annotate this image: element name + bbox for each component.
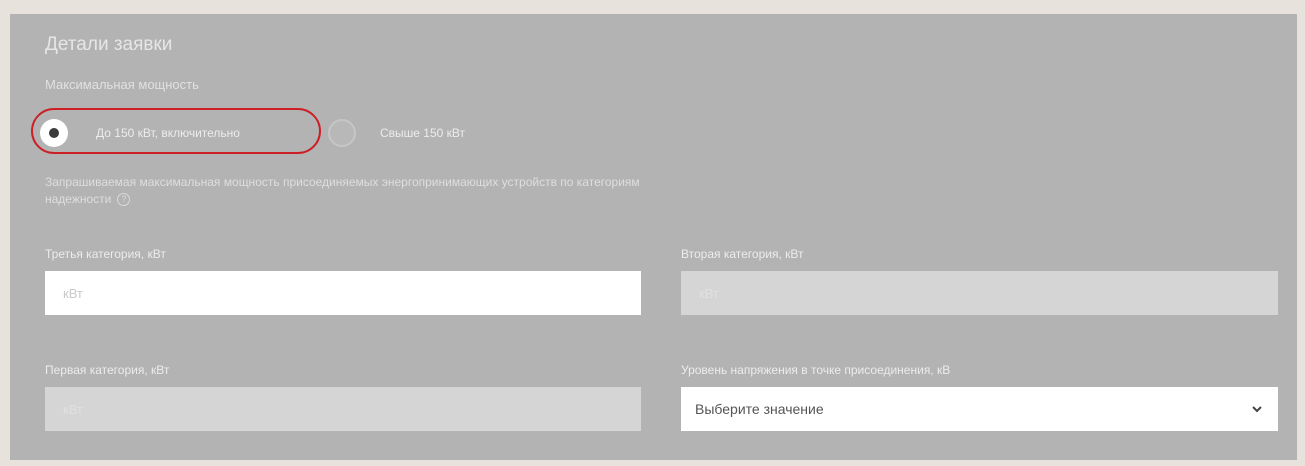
chevron-down-icon	[1250, 402, 1264, 416]
radio-label-up-to-150: До 150 кВт, включительно	[96, 126, 240, 140]
first-category-label: Первая категория, кВт	[45, 363, 170, 377]
radio-label-over-150: Свыше 150 кВт	[380, 126, 466, 140]
second-category-input[interactable]	[681, 271, 1278, 315]
radio-button-unselected[interactable]	[328, 119, 356, 147]
voltage-level-label: Уровень напряжения в точке присоединения…	[681, 363, 951, 377]
voltage-level-select[interactable]: Выберите значение	[681, 387, 1278, 431]
third-category-label: Третья категория, кВт	[45, 247, 166, 261]
third-category-input[interactable]	[45, 271, 641, 315]
question-circle-icon[interactable]: ?	[117, 193, 131, 207]
radio-option-over-150[interactable]: Свыше 150 кВт	[328, 118, 465, 148]
second-category-label: Вторая категория, кВт	[681, 247, 804, 261]
radio-dot	[49, 128, 59, 138]
voltage-select-value: Выберите значение	[695, 401, 824, 417]
radio-option-up-to-150[interactable]: До 150 кВт, включительно	[40, 118, 240, 148]
first-category-input[interactable]	[45, 387, 641, 431]
application-details-panel: Детали заявки Максимальная мощность До 1…	[10, 14, 1297, 460]
power-description-text: Запрашиваемая максимальная мощность прис…	[45, 175, 640, 206]
max-power-subtitle: Максимальная мощность	[45, 77, 199, 92]
radio-button-selected[interactable]	[40, 119, 68, 147]
power-description: Запрашиваемая максимальная мощность прис…	[45, 174, 665, 208]
section-title: Детали заявки	[45, 34, 173, 55]
